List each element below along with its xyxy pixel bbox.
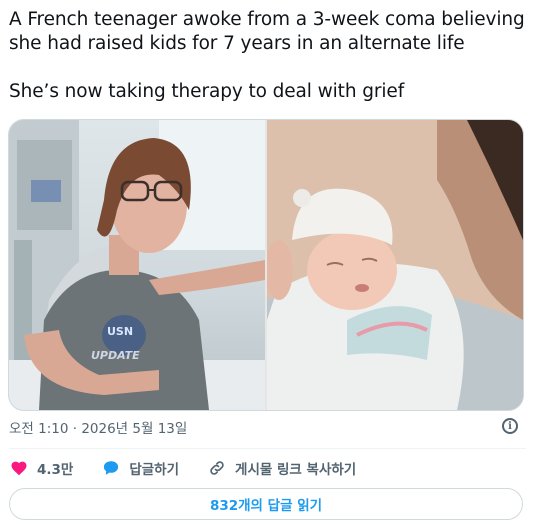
like-button[interactable]: 4.3만 [9, 458, 73, 478]
divider [9, 448, 526, 449]
tweet-text: A French teenager awoke from a 3-week co… [9, 8, 529, 104]
tweet-paragraph-1: A French teenager awoke from a 3-week co… [9, 9, 525, 54]
copy-link-label: 게시물 링크 복사하기 [235, 462, 357, 478]
like-count: 4.3만 [37, 462, 74, 478]
action-bar: 4.3만 답글하기 게시물 링크 복사하기 [9, 458, 384, 478]
reply-label: 답글하기 [129, 462, 180, 478]
chat-bubble-icon [101, 459, 121, 477]
teenager-illustration [9, 120, 265, 410]
newborn-illustration [267, 120, 523, 410]
shirt-logo-text: USN [107, 325, 134, 338]
copy-link-button[interactable]: 게시물 링크 복사하기 [207, 458, 356, 478]
read-replies-button[interactable]: 832개의 답글 읽기 [9, 488, 523, 520]
photo-newborn[interactable] [267, 120, 523, 410]
info-icon[interactable]: i [502, 418, 518, 434]
shirt-print-text: UPDATE [91, 349, 140, 362]
photo-teenager-hospital[interactable]: USN UPDATE [9, 120, 265, 410]
tweet-paragraph-2: She’s now taking therapy to deal with gr… [9, 81, 405, 102]
heart-icon [9, 459, 29, 477]
timestamp[interactable]: 오전 1:10 · 2026년 5월 13일 [9, 417, 187, 437]
reply-button[interactable]: 답글하기 [101, 458, 179, 478]
link-icon [207, 459, 227, 477]
media-grid[interactable]: USN UPDATE [8, 119, 524, 411]
